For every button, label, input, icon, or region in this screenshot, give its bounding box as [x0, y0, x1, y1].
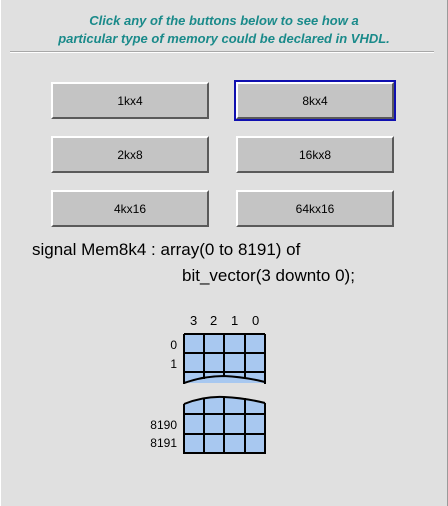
top-block-grid: [183, 333, 266, 384]
divider-highlight: [10, 52, 434, 53]
button-8kx4[interactable]: 8kx4: [234, 80, 396, 121]
declaration-line-2: bit_vector(3 downto 0);: [182, 266, 355, 285]
button-16kx8[interactable]: 16kx8: [236, 136, 394, 173]
bottom-block-grid: [183, 395, 266, 454]
column-header-2: 2: [210, 313, 218, 328]
top-block-fill: [184, 334, 265, 383]
row-label-8191: 8191: [150, 436, 177, 450]
button-1kx4[interactable]: 1kx4: [51, 82, 209, 119]
button-4kx16[interactable]: 4kx16: [51, 190, 209, 227]
declaration-line-1: signal Mem8k4 : array(0 to 8191) of: [32, 240, 301, 259]
column-header-0: 0: [252, 313, 260, 328]
button-64kx16[interactable]: 64kx16: [236, 190, 394, 227]
instructions-line-1: Click any of the buttons below to see ho…: [89, 13, 359, 28]
column-header-1: 1: [231, 313, 239, 328]
window-left-edge: [0, 0, 1, 506]
row-label-8190: 8190: [150, 418, 177, 432]
instructions-line-2: particular type of memory could be decla…: [58, 31, 390, 46]
row-label-0: 0: [170, 338, 177, 352]
button-2kx8[interactable]: 2kx8: [51, 136, 209, 173]
bottom-block-fill: [184, 396, 265, 454]
row-label-1: 1: [170, 357, 177, 371]
instructions-text: Click any of the buttons below to see ho…: [0, 12, 448, 48]
column-header-3: 3: [190, 313, 198, 328]
